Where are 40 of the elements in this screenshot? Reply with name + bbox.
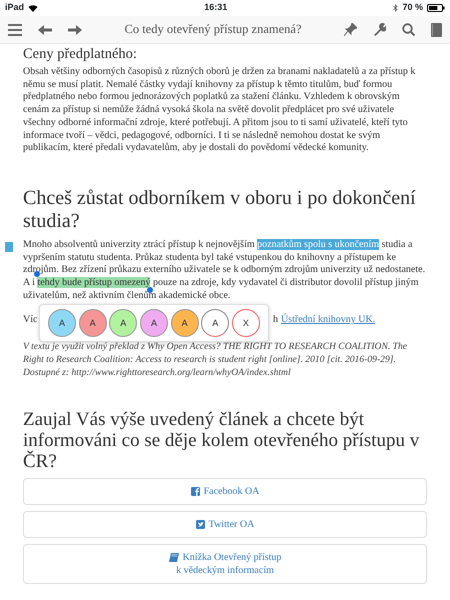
link-button[interactable]: Knížka Otevřený přístup k vědeckým informacím (23, 544, 427, 584)
underline-button[interactable]: A (201, 309, 230, 338)
highlight-color-button[interactable]: A (109, 309, 138, 338)
page-title: Co tedy otevřený přístup znamená? (123, 21, 303, 38)
paragraph: Obsah většiny odborných časopisů z různých oborů je držen za branami nakladatelů a za přístup k němu se musí platit. Nemalé částky vydají knihovny za přístup k těmto titulům, buď formou předplatného nebo formou jednorázových poplatků za stažení článku. Vzhledem k obrovským cenám za přístup si nemůže žádná vysoká škola na světě dovolit předplácet pro své uživatele všechny odborné informační zdroje, které potřebují. A přitom jsou to ti samí uživatelé, kteří tyto informace tvoří – vědci, pedagogové, odborníci. I ti se následně nemohou dostat ke svým publikacím, které předali vydavatelům, aby je dostali do povědomí vědecké komunity. (23, 66, 416, 155)
battery-percent: 70 % (402, 1, 423, 14)
highlight-color-button[interactable]: A (170, 309, 199, 338)
section-heading: Ceny předplatného: (23, 46, 138, 63)
note-marker[interactable] (5, 242, 13, 252)
twitter-icon (196, 520, 205, 530)
settings-icon[interactable] (373, 23, 386, 36)
clock: 16:31 (204, 1, 228, 14)
bluetooth-icon (393, 4, 398, 12)
link-button[interactable]: Facebook OA (23, 478, 427, 506)
back-arrow-icon[interactable] (38, 24, 52, 34)
pin-icon[interactable] (344, 23, 357, 36)
highlight-color-button[interactable]: A (140, 309, 168, 338)
search-icon[interactable] (402, 23, 415, 36)
menu-icon[interactable] (8, 24, 22, 36)
button-label: Knížka Otevřený přístup (182, 551, 282, 564)
remove-highlight-button[interactable]: X (232, 309, 260, 338)
button-label: k vědeckým informacím (176, 564, 274, 578)
forward-arrow-icon[interactable] (68, 24, 82, 34)
facebook-icon (190, 487, 200, 496)
link-button[interactable]: Twitter OA (23, 511, 427, 538)
paragraph-fragment: Víc (23, 314, 38, 328)
battery-icon (427, 4, 445, 12)
link[interactable]: Ústřední knihovny UK. (281, 314, 376, 328)
book-icon (168, 553, 179, 562)
button-label: Twitter OA (208, 518, 254, 532)
book-icon[interactable] (431, 22, 442, 36)
section-heading: Chceš zůstat odborníkem v oboru i po dokončení studia? (23, 186, 417, 233)
highlight-color-button[interactable]: A (78, 309, 107, 338)
device-name: iPad (5, 1, 24, 14)
section-heading: Zaujal Vás výše uvedený článek a chcete být informováni co se děje kolem otevřeného přístupu v ČR? (23, 409, 420, 472)
citation: V textu je využit volný překlad z Why Open Access? THE RIGHT TO RESEARCH COALITION. The Right to Research Coalition: Access to research is student right [online]. 2010 [cit. 2016-09-29]. Dostupné z: http://www.righttoresearch.org/learn/whyOA/index.shtml (23, 341, 408, 380)
button-label: Facebook OA (204, 485, 260, 498)
paragraph-fragment: h (273, 314, 278, 328)
highlight-color-button[interactable]: A (48, 309, 76, 338)
wifi-icon (28, 4, 38, 12)
